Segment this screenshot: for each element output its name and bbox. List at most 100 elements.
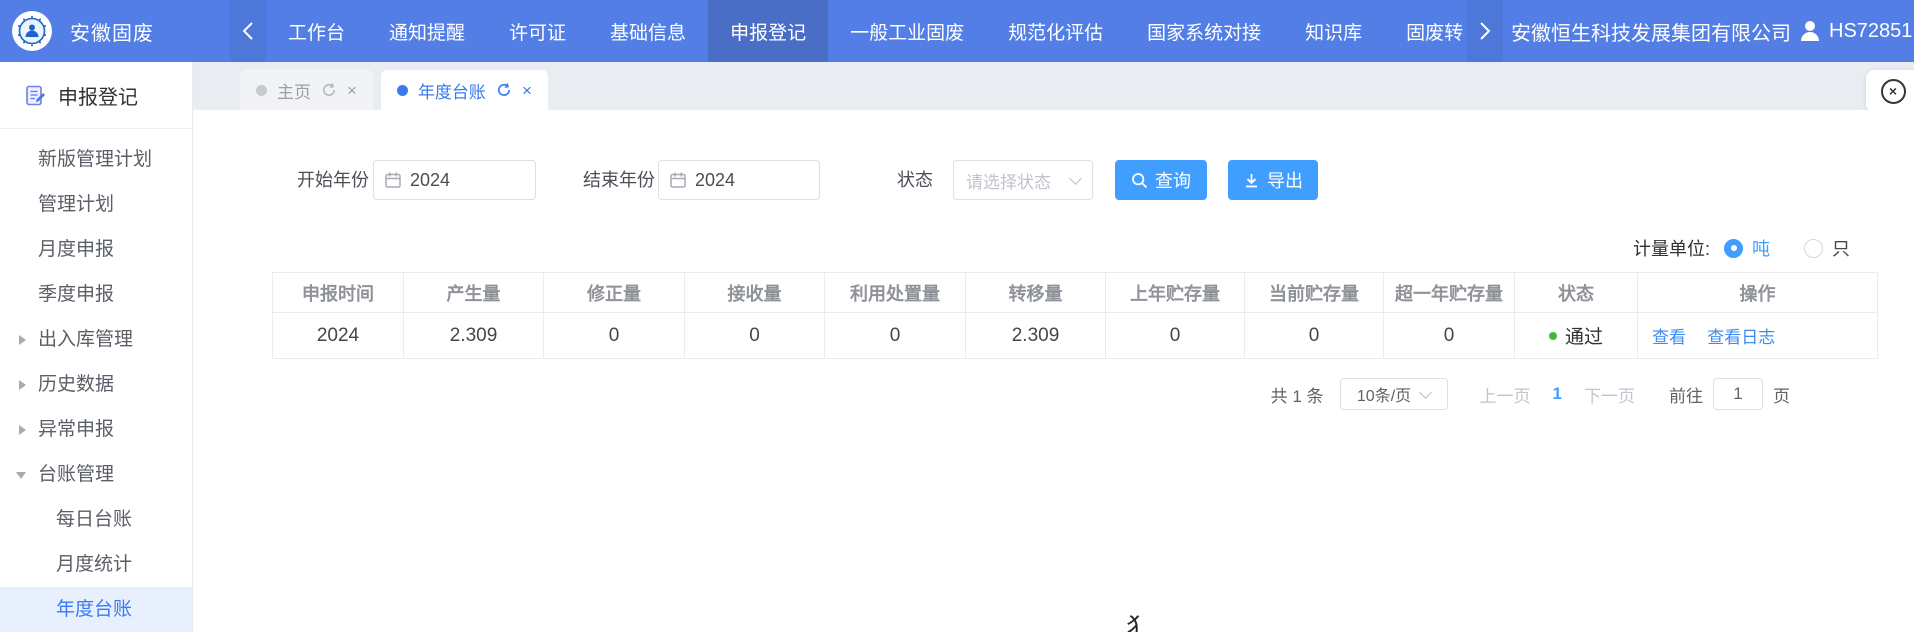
goto-prefix: 前往 — [1669, 382, 1703, 407]
radio-ton[interactable] — [1724, 239, 1743, 258]
view-log-link[interactable]: 查看日志 — [1707, 328, 1775, 347]
col-declare-time: 申报时间 — [273, 273, 404, 313]
tab-label: 主页 — [277, 78, 311, 103]
app-window: 安徽固废 工作台 通知提醒 许可证 基础信息 申报登记 一般工业固废 规范化评估… — [0, 0, 1914, 632]
refresh-icon[interactable] — [496, 82, 512, 98]
end-year-picker[interactable] — [658, 160, 820, 200]
unit-label: 计量单位: — [1633, 235, 1710, 261]
menu-item-knowledge-base[interactable]: 知识库 — [1283, 0, 1384, 62]
col-received: 接收量 — [685, 273, 825, 313]
export-button-label: 导出 — [1267, 167, 1303, 193]
menu-item-notifications[interactable]: 通知提醒 — [367, 0, 487, 62]
sidebar-item-new-management-plan[interactable]: 新版管理计划 — [0, 137, 192, 182]
status-select[interactable]: 请选择状态 — [953, 160, 1093, 200]
sidebar-title: 申报登记 — [58, 81, 138, 110]
cell-declare-time: 2024 — [273, 313, 404, 359]
cell-actions: 查看 查看日志 — [1638, 313, 1878, 359]
sidebar-item-monthly-statistics[interactable]: 月度统计 — [0, 542, 192, 587]
close-icon[interactable]: × — [347, 82, 357, 99]
top-navbar: 安徽固废 工作台 通知提醒 许可证 基础信息 申报登记 一般工业固废 规范化评估… — [0, 0, 1914, 62]
sidebar-item-inout-warehouse[interactable]: 出入库管理 — [0, 317, 192, 362]
tab-label: 年度台账 — [418, 78, 486, 103]
col-transferred: 转移量 — [966, 273, 1106, 313]
status-placeholder: 请选择状态 — [966, 168, 1051, 193]
caret-down-icon — [16, 472, 26, 479]
sidebar-item-quarterly-declaration[interactable]: 季度申报 — [0, 272, 192, 317]
sidebar-item-label: 台账管理 — [38, 464, 114, 485]
menu-item-general-industrial-waste[interactable]: 一般工业固废 — [828, 0, 986, 62]
cell-over-year-storage: 0 — [1384, 313, 1515, 359]
page-size-select[interactable]: 10条/页 — [1340, 378, 1448, 410]
menu-item-workbench[interactable]: 工作台 — [266, 0, 367, 62]
col-generated: 产生量 — [404, 273, 544, 313]
chevron-down-icon — [1419, 386, 1432, 399]
caret-right-icon — [19, 380, 26, 390]
menu-item-national-system-connect[interactable]: 国家系统对接 — [1125, 0, 1283, 62]
menu-scroll-left-icon[interactable] — [230, 0, 266, 62]
caret-right-icon — [19, 425, 26, 435]
partial-floating-widget-text: 犭 — [1126, 608, 1151, 632]
main-menu: 工作台 通知提醒 许可证 基础信息 申报登记 一般工业固废 规范化评估 国家系统… — [266, 0, 1467, 62]
status-label: 状态 — [897, 160, 933, 200]
main-content: 开始年份 结束年份 状态 请选择状态 — [193, 110, 1914, 632]
document-edit-icon — [24, 84, 47, 107]
goto-suffix: 页 — [1773, 382, 1790, 407]
account-area[interactable]: 安徽恒生科技发展集团有限公司 HS72851... — [1511, 17, 1914, 46]
refresh-icon[interactable] — [321, 82, 337, 98]
menu-item-standardization-assessment[interactable]: 规范化评估 — [986, 0, 1125, 62]
close-icon[interactable]: × — [522, 82, 532, 99]
status-dot-icon — [1549, 332, 1557, 340]
col-actions: 操作 — [1638, 273, 1878, 313]
radio-piece-label[interactable]: 只 — [1832, 235, 1850, 261]
pagination: 共 1 条 10条/页 上一页 1 下一页 前往 页 — [1271, 378, 1790, 410]
search-button[interactable]: 查询 — [1115, 160, 1207, 200]
chevron-down-icon — [1069, 172, 1082, 185]
sidebar-item-monthly-declaration[interactable]: 月度申报 — [0, 227, 192, 272]
radio-piece[interactable] — [1804, 239, 1823, 258]
sidebar-item-daily-ledger[interactable]: 每日台账 — [0, 497, 192, 542]
export-button[interactable]: 导出 — [1228, 160, 1318, 200]
radio-ton-label[interactable]: 吨 — [1752, 235, 1770, 261]
sidebar-item-abnormal-declaration[interactable]: 异常申报 — [0, 407, 192, 452]
sidebar-item-label: 异常申报 — [38, 419, 114, 440]
cell-received: 0 — [685, 313, 825, 359]
col-over-year-storage: 超一年贮存量 — [1384, 273, 1515, 313]
tab-dot-icon — [397, 85, 408, 96]
menu-item-waste-transfer[interactable]: 固废转 — [1384, 0, 1467, 62]
start-year-picker[interactable] — [373, 160, 536, 200]
app-logo-icon — [12, 11, 52, 51]
app-title: 安徽固废 — [70, 17, 154, 46]
sidebar-item-history-data[interactable]: 历史数据 — [0, 362, 192, 407]
menu-scroll-right-icon[interactable] — [1467, 0, 1503, 62]
sidebar-item-label: 历史数据 — [38, 374, 114, 395]
menu-item-license[interactable]: 许可证 — [487, 0, 588, 62]
sidebar-item-ledger-management[interactable]: 台账管理 — [0, 452, 192, 497]
unit-selector: 计量单位: 吨 只 — [1633, 228, 1850, 268]
close-all-tabs-button[interactable]: × — [1866, 70, 1914, 112]
col-disposed: 利用处置量 — [825, 273, 966, 313]
tab-home[interactable]: 主页 × — [240, 70, 373, 110]
menu-item-basic-info[interactable]: 基础信息 — [588, 0, 708, 62]
cell-current-storage: 0 — [1245, 313, 1384, 359]
menu-item-declaration[interactable]: 申报登记 — [708, 0, 828, 62]
cell-disposed: 0 — [825, 313, 966, 359]
tab-annual-ledger[interactable]: 年度台账 × — [381, 70, 548, 110]
prev-page-button[interactable]: 上一页 — [1480, 382, 1531, 407]
next-page-button[interactable]: 下一页 — [1584, 382, 1635, 407]
caret-right-icon — [19, 335, 26, 345]
sidebar-item-annual-ledger[interactable]: 年度台账 — [0, 587, 192, 632]
sidebar: 申报登记 新版管理计划 管理计划 月度申报 季度申报 出入库管理 历史数据 异常… — [0, 62, 193, 632]
end-year-input[interactable] — [695, 170, 795, 191]
cell-prev-storage: 0 — [1106, 313, 1245, 359]
tab-dot-icon — [256, 85, 267, 96]
goto-page-input[interactable] — [1713, 378, 1763, 410]
start-year-input[interactable] — [410, 170, 510, 191]
cell-transferred: 2.309 — [966, 313, 1106, 359]
current-page[interactable]: 1 — [1553, 384, 1562, 404]
end-year-label: 结束年份 — [583, 160, 655, 200]
sidebar-item-management-plan[interactable]: 管理计划 — [0, 182, 192, 227]
col-prev-storage: 上年贮存量 — [1106, 273, 1245, 313]
view-link[interactable]: 查看 — [1652, 328, 1686, 347]
sidebar-header: 申报登记 — [0, 62, 192, 129]
search-button-label: 查询 — [1155, 167, 1191, 193]
